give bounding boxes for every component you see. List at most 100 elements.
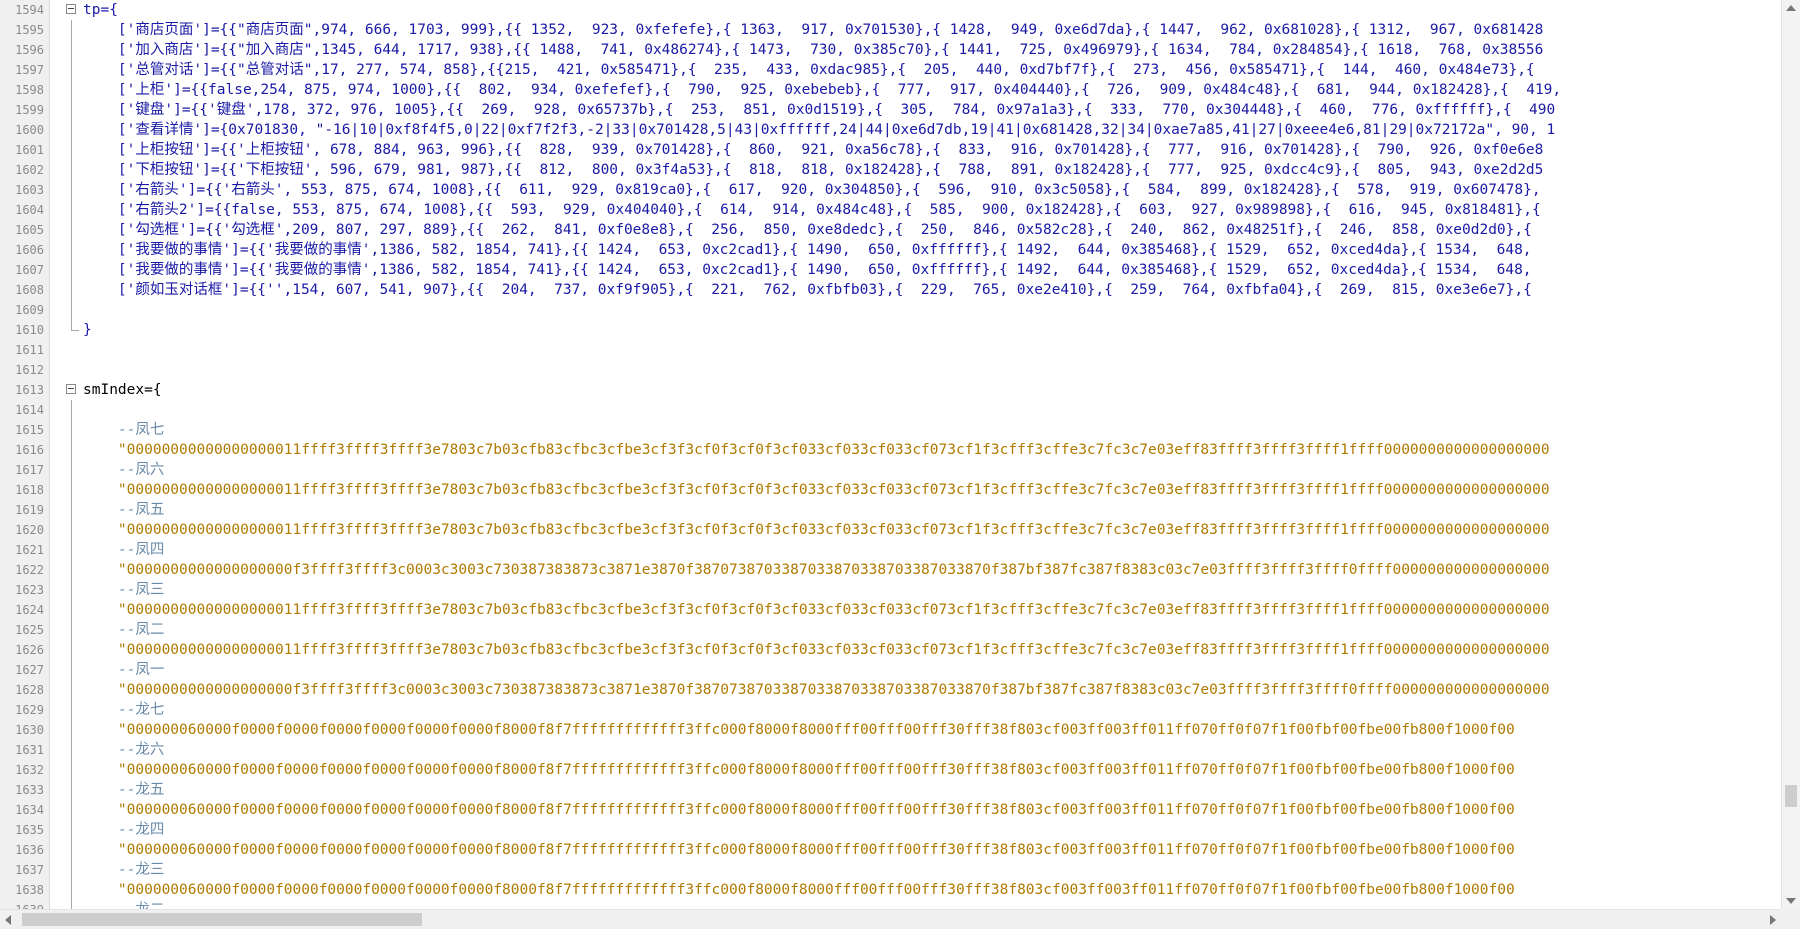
code-text[interactable]: "00000000000000000011ffff3ffff3ffff3e780… <box>83 480 1550 500</box>
code-line[interactable]: 1632 "000000060000f0000f0000f0000f0000f0… <box>0 760 1781 780</box>
vertical-scrollbar[interactable] <box>1781 0 1800 909</box>
code-text[interactable]: smIndex={ <box>83 380 162 400</box>
code-line[interactable]: 1609 <box>0 300 1781 320</box>
code-line[interactable]: 1607 ['我要做的事情']={{'我要做的事情',1386, 582, 18… <box>0 260 1781 280</box>
code-line[interactable]: 1629 --龙七 <box>0 700 1781 720</box>
code-text[interactable]: --凤二 <box>83 620 164 640</box>
code-text[interactable]: ['键盘']={{'键盘',178, 372, 976, 1005},{{ 26… <box>83 100 1555 120</box>
code-text[interactable]: "0000000000000000000f3ffff3ffff3c0003c30… <box>83 680 1550 700</box>
arrow-up-icon[interactable] <box>1786 5 1796 11</box>
code-line[interactable]: 1617 --凤六 <box>0 460 1781 480</box>
code-text[interactable]: "000000060000f0000f0000f0000f0000f0000f0… <box>83 800 1515 820</box>
code-text[interactable]: ['右箭头']={{'右箭头', 553, 875, 674, 1008},{{… <box>83 180 1541 200</box>
code-text[interactable]: ['商店页面']={{"商店页面",974, 666, 1703, 999},{… <box>83 20 1543 40</box>
fold-minus-icon[interactable] <box>66 4 76 14</box>
code-line[interactable]: 1619 --凤五 <box>0 500 1781 520</box>
code-text[interactable]: --凤五 <box>83 500 164 520</box>
code-text[interactable]: --龙六 <box>83 740 164 760</box>
code-line[interactable]: 1633 --龙五 <box>0 780 1781 800</box>
code-line[interactable]: 1621 --凤四 <box>0 540 1781 560</box>
code-line[interactable]: 1608 ['颜如玉对话框']={{'',154, 607, 541, 907}… <box>0 280 1781 300</box>
code-line[interactable]: 1605 ['勾选框']={{'勾选框',209, 807, 297, 889}… <box>0 220 1781 240</box>
code-line[interactable]: 1611 <box>0 340 1781 360</box>
code-text[interactable]: ['我要做的事情']={{'我要做的事情',1386, 582, 1854, 7… <box>83 240 1532 260</box>
code-text[interactable]: ['右箭头2']={{false, 553, 875, 674, 1008},{… <box>83 200 1541 220</box>
code-line[interactable]: 1616 "00000000000000000011ffff3ffff3ffff… <box>0 440 1781 460</box>
code-line[interactable]: 1602 ['下柜按钮']={{'下柜按钮', 596, 679, 981, 9… <box>0 160 1781 180</box>
code-line[interactable]: 1606 ['我要做的事情']={{'我要做的事情',1386, 582, 18… <box>0 240 1781 260</box>
vertical-scroll-thumb[interactable] <box>1785 785 1797 807</box>
arrow-down-icon[interactable] <box>1786 898 1796 904</box>
code-line[interactable]: 1622 "0000000000000000000f3ffff3ffff3c00… <box>0 560 1781 580</box>
code-line[interactable]: 1600 ['查看详情']={0x701830, "-16|10|0xf8f4f… <box>0 120 1781 140</box>
arrow-left-icon[interactable] <box>5 915 11 925</box>
code-text[interactable]: } <box>83 320 92 340</box>
code-text[interactable]: ['颜如玉对话框']={{'',154, 607, 541, 907},{{ 2… <box>83 280 1532 300</box>
code-text[interactable]: --龙四 <box>83 820 164 840</box>
code-text[interactable]: ['加入商店']={{"加入商店",1345, 644, 1717, 938},… <box>83 40 1543 60</box>
arrow-right-icon[interactable] <box>1770 915 1776 925</box>
code-text[interactable]: ['勾选框']={{'勾选框',209, 807, 297, 889},{{ 2… <box>83 220 1532 240</box>
code-text[interactable]: ['上柜']={{false,254, 875, 974, 1000},{{ 8… <box>83 80 1561 100</box>
fold-minus-icon[interactable] <box>66 384 76 394</box>
code-text[interactable]: "00000000000000000011ffff3ffff3ffff3e780… <box>83 440 1550 460</box>
code-line[interactable]: 1623 --凤三 <box>0 580 1781 600</box>
code-text[interactable]: --龙二 <box>83 900 164 909</box>
code-line[interactable]: 1603 ['右箭头']={{'右箭头', 553, 875, 674, 100… <box>0 180 1781 200</box>
horizontal-scrollbar[interactable] <box>0 909 1781 929</box>
code-text[interactable]: "00000000000000000011ffff3ffff3ffff3e780… <box>83 600 1550 620</box>
code-text[interactable]: "0000000000000000000f3ffff3ffff3c0003c30… <box>83 560 1550 580</box>
horizontal-scroll-thumb[interactable] <box>22 913 422 926</box>
code-line[interactable]: 1604 ['右箭头2']={{false, 553, 875, 674, 10… <box>0 200 1781 220</box>
code-line[interactable]: 1610} <box>0 320 1781 340</box>
code-text[interactable]: ['我要做的事情']={{'我要做的事情',1386, 582, 1854, 7… <box>83 260 1532 280</box>
code-line[interactable]: 1638 "000000060000f0000f0000f0000f0000f0… <box>0 880 1781 900</box>
code-line[interactable]: 1624 "00000000000000000011ffff3ffff3ffff… <box>0 600 1781 620</box>
code-line[interactable]: 1627 --凤一 <box>0 660 1781 680</box>
code-line[interactable]: 1594 tp={ <box>0 0 1781 20</box>
code-line[interactable]: 1639 --龙二 <box>0 900 1781 909</box>
code-text[interactable]: ['下柜按钮']={{'下柜按钮', 596, 679, 981, 987},{… <box>83 160 1543 180</box>
code-text[interactable]: "00000000000000000011ffff3ffff3ffff3e780… <box>83 640 1550 660</box>
code-text[interactable]: ['总管对话']={{"总管对话",17, 277, 574, 858},{{2… <box>83 60 1535 80</box>
code-text[interactable]: --龙三 <box>83 860 164 880</box>
code-line[interactable]: 1620 "00000000000000000011ffff3ffff3ffff… <box>0 520 1781 540</box>
code-text[interactable]: --凤三 <box>83 580 164 600</box>
code-text[interactable]: tp={ <box>83 0 118 20</box>
code-line[interactable]: 1613 smIndex={ <box>0 380 1781 400</box>
code-text[interactable]: "000000060000f0000f0000f0000f0000f0000f0… <box>83 760 1515 780</box>
code-text[interactable]: "000000060000f0000f0000f0000f0000f0000f0… <box>83 840 1515 860</box>
code-text[interactable]: ['上柜按钮']={{'上柜按钮', 678, 884, 963, 996},{… <box>83 140 1543 160</box>
code-line[interactable]: 1615 --凤七 <box>0 420 1781 440</box>
code-text[interactable]: --凤一 <box>83 660 164 680</box>
code-line[interactable]: 1597 ['总管对话']={{"总管对话",17, 277, 574, 858… <box>0 60 1781 80</box>
code-line[interactable]: 1601 ['上柜按钮']={{'上柜按钮', 678, 884, 963, 9… <box>0 140 1781 160</box>
code-line[interactable]: 1630 "000000060000f0000f0000f0000f0000f0… <box>0 720 1781 740</box>
code-editor[interactable]: 1594 tp={1595 ['商店页面']={{"商店页面",974, 666,… <box>0 0 1781 909</box>
code-line[interactable]: 1625 --凤二 <box>0 620 1781 640</box>
code-text[interactable]: --凤六 <box>83 460 164 480</box>
code-line[interactable]: 1634 "000000060000f0000f0000f0000f0000f0… <box>0 800 1781 820</box>
code-line[interactable]: 1595 ['商店页面']={{"商店页面",974, 666, 1703, 9… <box>0 20 1781 40</box>
code-text[interactable]: --凤四 <box>83 540 164 560</box>
code-area[interactable]: 1594 tp={1595 ['商店页面']={{"商店页面",974, 666,… <box>0 0 1781 909</box>
code-text[interactable]: "00000000000000000011ffff3ffff3ffff3e780… <box>83 520 1550 540</box>
code-line[interactable]: 1599 ['键盘']={{'键盘',178, 372, 976, 1005},… <box>0 100 1781 120</box>
code-text[interactable]: "000000060000f0000f0000f0000f0000f0000f0… <box>83 880 1515 900</box>
code-line[interactable]: 1628 "0000000000000000000f3ffff3ffff3c00… <box>0 680 1781 700</box>
code-text[interactable]: --龙七 <box>83 700 164 720</box>
code-line[interactable]: 1635 --龙四 <box>0 820 1781 840</box>
code-line[interactable]: 1612 <box>0 360 1781 380</box>
code-text[interactable]: --凤七 <box>83 420 164 440</box>
code-text[interactable]: --龙五 <box>83 780 164 800</box>
code-text[interactable]: "000000060000f0000f0000f0000f0000f0000f0… <box>83 720 1515 740</box>
code-line[interactable]: 1614 <box>0 400 1781 420</box>
code-line[interactable]: 1636 "000000060000f0000f0000f0000f0000f0… <box>0 840 1781 860</box>
code-line[interactable]: 1631 --龙六 <box>0 740 1781 760</box>
code-line[interactable]: 1596 ['加入商店']={{"加入商店",1345, 644, 1717, … <box>0 40 1781 60</box>
code-line[interactable]: 1626 "00000000000000000011ffff3ffff3ffff… <box>0 640 1781 660</box>
code-line[interactable]: 1598 ['上柜']={{false,254, 875, 974, 1000}… <box>0 80 1781 100</box>
code-line[interactable]: 1637 --龙三 <box>0 860 1781 880</box>
code-text[interactable]: ['查看详情']={0x701830, "-16|10|0xf8f4f5,0|2… <box>83 120 1555 140</box>
code-line[interactable]: 1618 "00000000000000000011ffff3ffff3ffff… <box>0 480 1781 500</box>
